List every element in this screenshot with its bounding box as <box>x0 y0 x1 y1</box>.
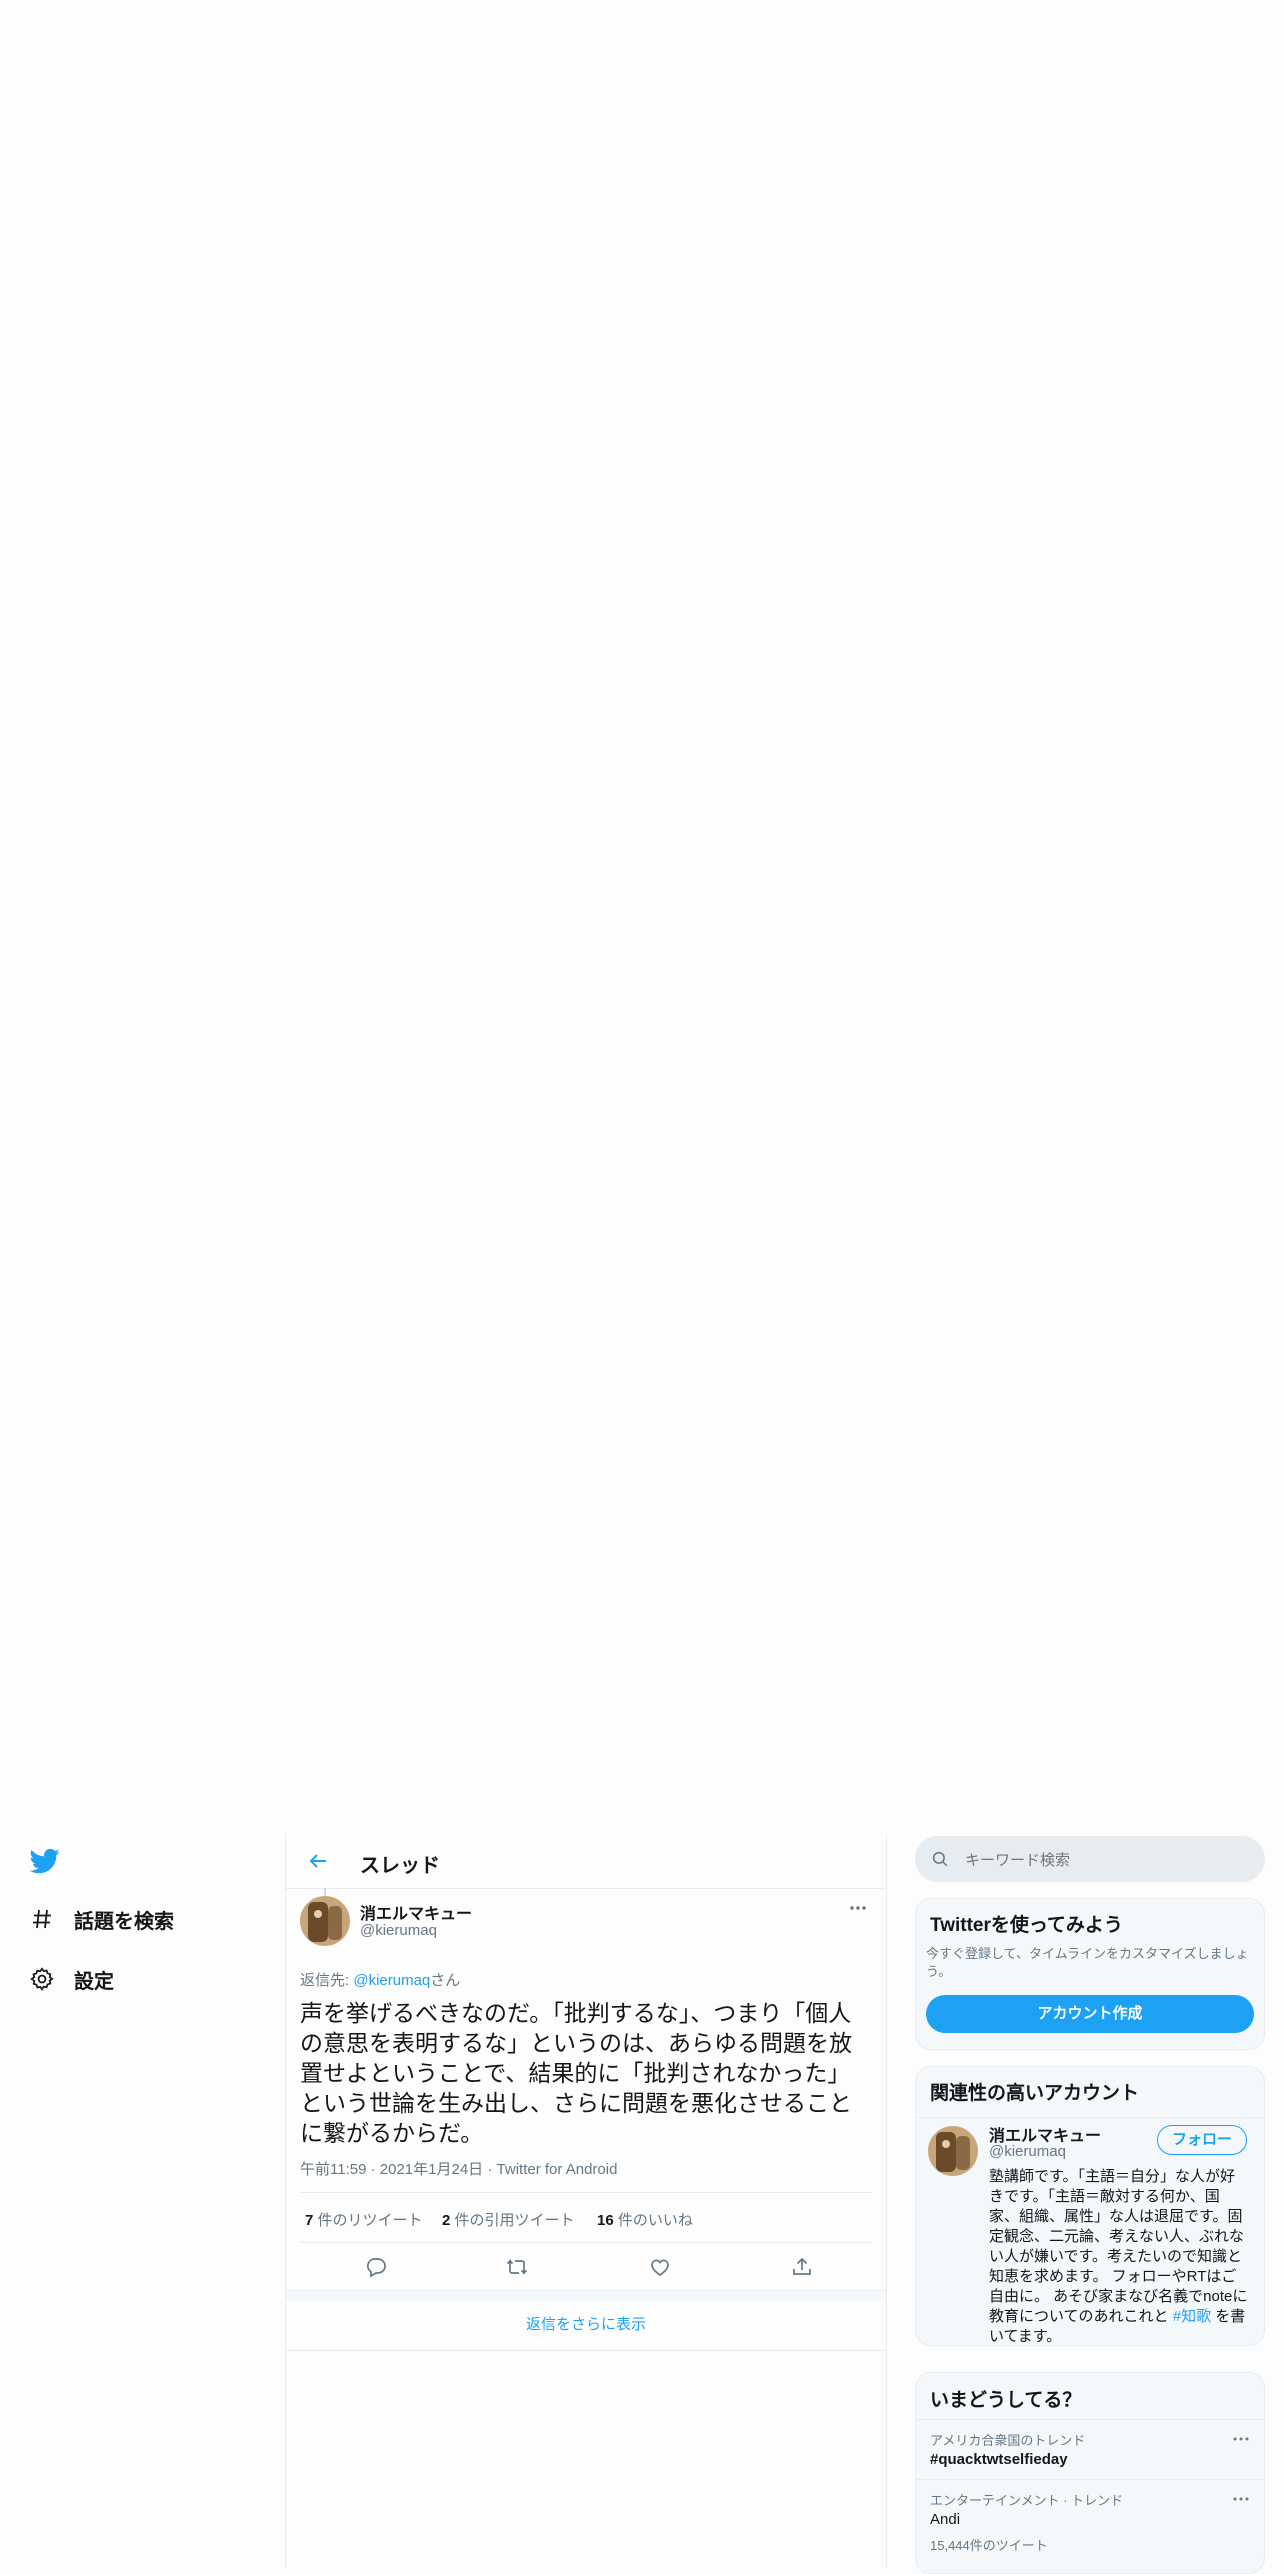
nav-item-explore[interactable]: 話題を検索 <box>28 1899 174 1939</box>
related-accounts-card: 関連性の高いアカウント 消エルマキュー @kierumaq フォロー 塾講師です… <box>915 2066 1265 2346</box>
tweet-source[interactable]: Twitter for Android <box>497 2161 618 2178</box>
reply-suffix: さん <box>430 1972 461 1989</box>
tweet-actions <box>300 2242 872 2291</box>
likes-stat[interactable]: 16 件のいいね <box>597 2209 693 2230</box>
trend-item[interactable]: エンターテインメント · トレンド Andi 15,444件のツイート <box>916 2479 1264 2574</box>
nav-item-settings[interactable]: 設定 <box>28 1959 114 1999</box>
bio-line: いてます。 <box>989 2328 1062 2345</box>
author-handle[interactable]: @kierumaq <box>360 1922 437 1939</box>
trends-title: いまどうしてる？ <box>930 2390 1082 2411</box>
bio-line: 定観念、二元論、考えない人、ぶれな <box>989 2228 1245 2245</box>
thread-column: スレッド 消エルマキュー @kierumaq 返信先: @kierumaqさん … <box>285 1834 887 2568</box>
bio-line: 知恵を求めます。 フォローやRTはご <box>989 2268 1237 2285</box>
follow-button[interactable]: フォロー <box>1157 2125 1247 2155</box>
more-icon[interactable] <box>1232 2434 1250 2444</box>
bio-text: を書 <box>1211 2308 1246 2325</box>
focused-tweet: 消エルマキュー @kierumaq 返信先: @kierumaqさん 声を挙げる… <box>286 1896 886 2278</box>
thread-header: スレッド <box>286 1834 886 1889</box>
bio-line: 家、組織、属性」な人は退屈です。固 <box>989 2208 1243 2225</box>
twitter-bird-icon[interactable] <box>28 1846 62 1876</box>
author-name[interactable]: 消エルマキュー <box>360 1900 472 1924</box>
bio-line: きです。「主語＝敵対する何か、国 <box>989 2188 1220 2205</box>
trend-context: アメリカ合衆国のトレンド <box>930 2433 1086 2448</box>
reply-prefix: 返信先: <box>300 1972 354 1989</box>
nav-item-label: 設定 <box>74 1970 114 1993</box>
trend-name: Andi <box>930 2511 961 2528</box>
bio-text: 教育についてのあれこれと <box>989 2308 1173 2325</box>
thread-connector <box>324 1888 326 1896</box>
like-icon[interactable] <box>648 2255 672 2279</box>
signup-description: 今すぐ登録して、タイムラインをカスタマイズしましょう。 <box>926 1946 1249 1979</box>
nav-item-label: 話題を検索 <box>74 1910 174 1933</box>
retweets-label: 件のリツイート <box>313 2212 423 2229</box>
tweet-meta: 午前11:59 · 2021年1月24日 · Twitter for Andro… <box>300 2158 617 2179</box>
bio-line: 自由に。 あそび家まなび名義でnoteに <box>989 2288 1248 2305</box>
tweet-date[interactable]: 2021年1月24日 <box>380 2161 483 2178</box>
trend-context: エンターテインメント · トレンド <box>930 2493 1124 2508</box>
signup-card: Twitterを使ってみよう 今すぐ登録して、タイムラインをカスタマイズしましょ… <box>915 1898 1265 2050</box>
search-box <box>915 1836 1265 1882</box>
trend-tweet-count: 15,444件のツイート <box>930 2538 1048 2553</box>
show-more-replies-button[interactable]: 返信をさらに表示 <box>286 2300 886 2351</box>
retweet-icon[interactable] <box>505 2255 529 2279</box>
likes-count: 16 <box>597 2212 614 2229</box>
hashtag-icon <box>28 1905 56 1933</box>
create-account-button[interactable]: アカウント作成 <box>926 1995 1254 2033</box>
quotes-stat[interactable]: 2 件の引用ツイート <box>442 2209 575 2230</box>
trend-name: #quacktwtselfieday <box>930 2451 1068 2468</box>
search-icon <box>931 1850 949 1868</box>
likes-label: 件のいいね <box>613 2212 693 2229</box>
share-icon[interactable] <box>790 2255 814 2279</box>
bio-hashtag-link[interactable]: #知歌 <box>1173 2308 1211 2325</box>
quotes-label: 件の引用ツイート <box>450 2212 575 2229</box>
meta-separator: · <box>370 2161 376 2178</box>
gear-icon <box>28 1965 56 1993</box>
trends-card: いまどうしてる？ アメリカ合衆国のトレンド #quacktwtselfieday… <box>915 2372 1265 2574</box>
related-title: 関連性の高いアカウント <box>930 2083 1140 2104</box>
divider <box>916 2117 1264 2118</box>
bio-line: 教育についてのあれこれと #知歌 を書 <box>989 2307 1259 2327</box>
related-bio: 塾講師です。「主語＝自分」な人が好 きです。「主語＝敵対する何か、国 家、組織、… <box>989 2167 1259 2347</box>
arrow-left-icon[interactable] <box>306 1849 330 1873</box>
signup-title: Twitterを使ってみよう <box>930 1915 1123 1936</box>
reply-handle-link[interactable]: @kierumaq <box>353 1972 430 1989</box>
page-title: スレッド <box>360 1855 440 1877</box>
reply-icon[interactable] <box>364 2255 388 2279</box>
related-handle[interactable]: @kierumaq <box>989 2143 1066 2160</box>
tweet-stats: 7 件のリツイート 2 件の引用ツイート 16 件のいいね <box>300 2192 872 2243</box>
trend-item[interactable]: アメリカ合衆国のトレンド #quacktwtselfieday <box>916 2419 1264 2480</box>
more-icon[interactable] <box>848 1902 868 1914</box>
reply-to-line: 返信先: @kierumaqさん <box>300 1969 460 1990</box>
avatar[interactable] <box>928 2126 978 2176</box>
bio-line: い人が嫌いです。考えたいので知識と <box>989 2248 1243 2265</box>
more-icon[interactable] <box>1232 2494 1250 2504</box>
meta-separator: · <box>487 2161 493 2178</box>
tweet-text: 声を挙げるべきなのだ。「批判するな」、つまり「個人の意思を表明するな」というのは… <box>300 2000 852 2146</box>
bio-line: 塾講師です。「主語＝自分」な人が好 <box>989 2168 1236 2185</box>
avatar[interactable] <box>300 1896 350 1946</box>
tweet-time[interactable]: 午前11:59 <box>300 2161 366 2178</box>
retweets-stat[interactable]: 7 件のリツイート <box>305 2209 423 2230</box>
search-input[interactable] <box>963 1845 1247 1875</box>
